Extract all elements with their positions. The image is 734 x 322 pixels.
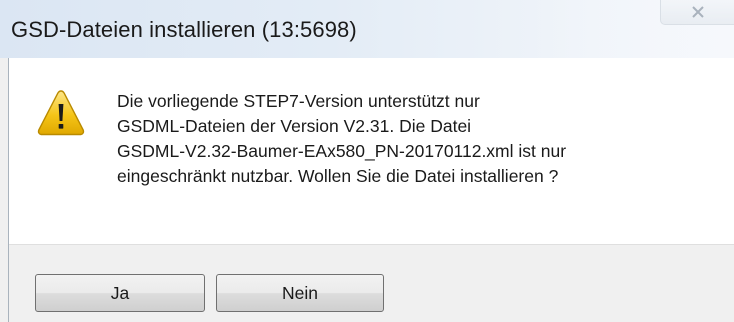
title-bar[interactable]: GSD-Dateien installieren (13:5698) <box>0 0 734 58</box>
no-button[interactable]: Nein <box>216 274 384 312</box>
message-text: Die vorliegende STEP7-Version unterstütz… <box>117 89 717 189</box>
close-button[interactable] <box>660 0 734 25</box>
message-line: GSDML-V2.32-Baumer-EAx580_PN-20170112.xm… <box>117 141 567 161</box>
yes-button[interactable]: Ja <box>35 274 205 312</box>
message-line: Die vorliegende STEP7-Version unterstütz… <box>117 91 480 111</box>
message-line: eingeschränkt nutzbar. Wollen Sie die Da… <box>117 166 559 186</box>
warning-icon <box>36 88 86 138</box>
close-icon <box>691 6 705 18</box>
message-line: GSDML-Dateien der Version V2.31. Die Dat… <box>117 116 472 136</box>
window-title: GSD-Dateien installieren (13:5698) <box>11 17 357 42</box>
footer-separator <box>9 244 734 245</box>
dialog-window: GSD-Dateien installieren (13:5698) Die v… <box>0 0 734 322</box>
